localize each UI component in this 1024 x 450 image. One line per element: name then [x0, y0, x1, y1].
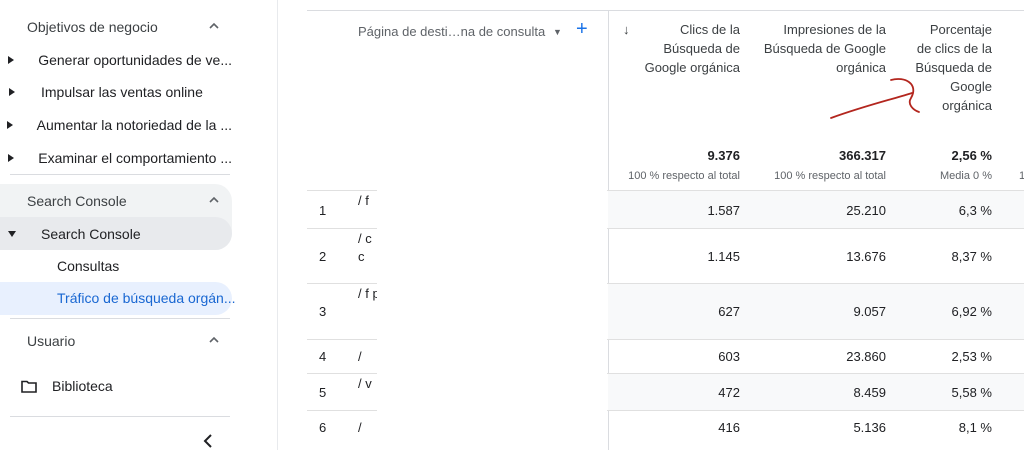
cell-impressions: 23.860 — [846, 349, 886, 364]
row-number: 3 — [319, 304, 327, 319]
caret-right-icon — [0, 154, 19, 162]
chevron-up-icon[interactable] — [208, 194, 220, 206]
row-number: 2 — [319, 249, 327, 264]
cell-clicks: 416 — [718, 420, 740, 435]
sidebar-item-queries[interactable]: Consultas — [57, 258, 119, 274]
cell-clicks: 472 — [718, 385, 740, 400]
report-table: Página de desti…na de consulta ▼ + ↓ Cli… — [307, 0, 1024, 450]
sidebar-item-objective-3[interactable]: Aumentar la notoriedad de la ... — [0, 110, 232, 140]
section-title: Objetivos de negocio — [27, 19, 158, 35]
cell-impressions: 8.459 — [853, 385, 886, 400]
row-number: 4 — [319, 349, 327, 364]
total-impressions: 366.317 — [839, 148, 886, 163]
section-title: Search Console — [27, 193, 127, 209]
sidebar-item-search-console[interactable]: Search Console — [0, 219, 232, 249]
cell-impressions: 5.136 — [853, 420, 886, 435]
row-number: 6 — [319, 420, 327, 435]
total-clicks-sub: 100 % respecto al total — [628, 170, 740, 182]
divider — [10, 318, 230, 319]
total-clicks: 9.376 — [707, 148, 740, 163]
sidebar-item-label: Biblioteca — [52, 378, 113, 394]
cell-ctr: 5,58 % — [951, 385, 992, 400]
total-impressions-sub: 100 % respecto al total — [774, 170, 886, 182]
cell-impressions: 13.676 — [846, 249, 886, 264]
redaction-block — [377, 190, 607, 450]
cell-ctr: 8,37 % — [951, 249, 992, 264]
sidebar-item-objective-2[interactable]: Impulsar las ventas online — [0, 77, 232, 107]
chevron-left-icon[interactable] — [203, 434, 213, 448]
cell-ctr: 6,92 % — [951, 304, 992, 319]
caret-right-icon — [0, 121, 18, 129]
cell-clicks: 627 — [718, 304, 740, 319]
sidebar: Objetivos de negocio Generar oportunidad… — [0, 0, 248, 450]
sidebar-item-label: Aumentar la notoriedad de la ... — [36, 117, 232, 133]
divider — [10, 416, 230, 417]
cell-ctr: 8,1 % — [958, 420, 992, 435]
cell-impressions: 9.057 — [853, 304, 886, 319]
chevron-up-icon[interactable] — [208, 334, 220, 346]
sidebar-item-objective-1[interactable]: Generar oportunidades de ve... — [0, 45, 232, 75]
annotation-arrow-icon — [830, 78, 920, 119]
caret-down-icon — [0, 231, 22, 237]
folder-icon — [0, 380, 52, 393]
section-user[interactable]: Usuario — [0, 326, 232, 356]
row-number: 5 — [319, 385, 327, 400]
sidebar-item-library[interactable]: Biblioteca — [0, 371, 232, 401]
caret-right-icon — [0, 88, 22, 96]
total-ctr-sub: Media 0 % — [940, 170, 992, 182]
panel-divider — [277, 0, 278, 450]
row-number: 1 — [319, 203, 327, 218]
sidebar-item-label: Generar oportunidades de ve... — [38, 52, 232, 68]
total-ctr: 2,56 % — [951, 148, 992, 163]
sidebar-item-label: Examinar el comportamiento ... — [38, 150, 232, 166]
cell-impressions: 25.210 — [846, 203, 886, 218]
truncated-column-sub: 1 — [1019, 170, 1024, 182]
sidebar-item-label: Impulsar las ventas online — [41, 84, 203, 100]
cell-ctr: 2,53 % — [951, 349, 992, 364]
sidebar-item-label: Search Console — [41, 226, 141, 242]
cell-ctr: 6,3 % — [958, 203, 992, 218]
caret-right-icon — [0, 56, 19, 64]
chevron-up-icon[interactable] — [208, 20, 220, 32]
divider — [10, 174, 230, 175]
cell-clicks: 1.145 — [707, 249, 740, 264]
cell-clicks: 603 — [718, 349, 740, 364]
section-business-objectives[interactable]: Objetivos de negocio — [0, 12, 232, 42]
section-search-console[interactable]: Search Console — [0, 186, 232, 216]
sidebar-item-organic-traffic[interactable]: Tráfico de búsqueda orgán... — [57, 290, 236, 306]
section-title: Usuario — [27, 333, 76, 349]
sidebar-item-objective-4[interactable]: Examinar el comportamiento ... — [0, 143, 232, 173]
cell-clicks: 1.587 — [707, 203, 740, 218]
